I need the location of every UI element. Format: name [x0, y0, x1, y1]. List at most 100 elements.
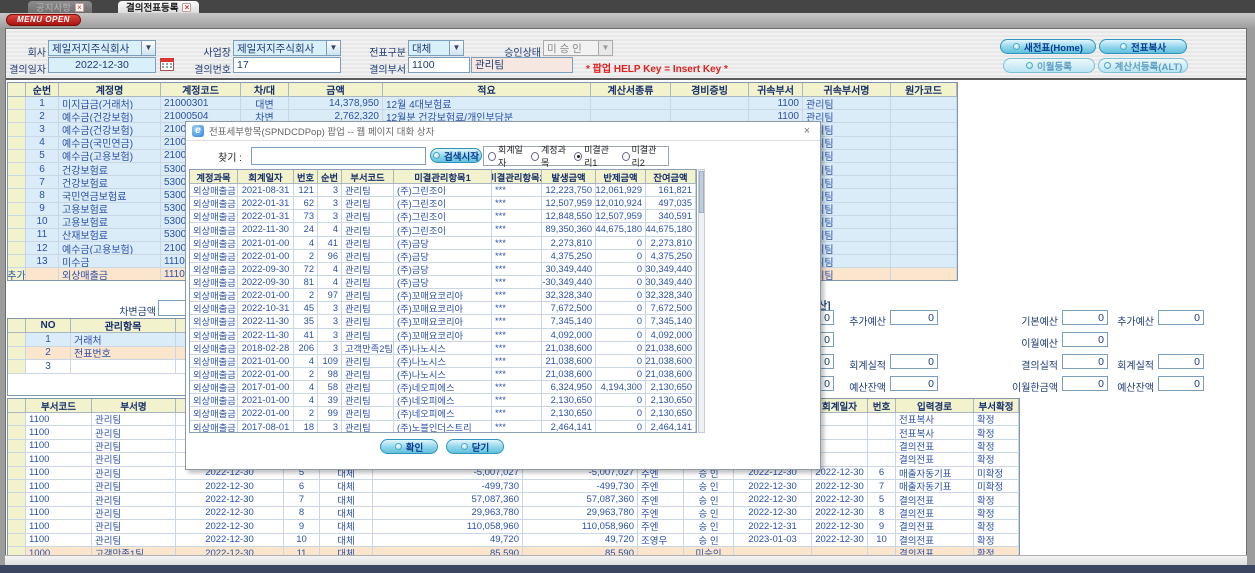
table-row[interactable]: 외상매출금 2022-01-31 62 3 관리팀 (주)그린조이 *** 12,507,95… — [190, 197, 696, 211]
cell[interactable]: 2021-01-00 — [238, 236, 294, 250]
cell[interactable]: 확정 — [974, 453, 1019, 467]
cell[interactable]: 24 — [294, 223, 318, 237]
cell[interactable]: 대변 — [241, 97, 289, 111]
cell[interactable]: (주)그린조이 — [394, 223, 492, 237]
cell[interactable]: 관리팀 — [342, 420, 394, 432]
table-row[interactable]: 1100 관리팀 2022-12-30 8 대체 29,963,780 29,963,780… — [8, 506, 1019, 521]
cell[interactable]: 예수금(고용보험) — [59, 242, 161, 256]
cell[interactable]: 10 — [284, 533, 320, 547]
cell[interactable]: 0 — [596, 275, 646, 290]
cell[interactable]: 18 — [294, 420, 318, 432]
cell[interactable]: 결의전표 — [896, 453, 974, 467]
cell[interactable]: 4 — [294, 236, 318, 250]
table-row[interactable]: 외상매출금 2022-01-00 2 97 관리팀 (주)꼬매요코리아 *** 32,328,… — [190, 289, 696, 303]
cell[interactable] — [868, 453, 896, 467]
resolution-no-input[interactable]: 17 — [233, 57, 341, 73]
site-select[interactable]: 제일저지주식회사 ▼ — [233, 40, 341, 56]
cell[interactable]: 건강보험료 — [59, 162, 161, 177]
cell[interactable]: 0 — [596, 341, 646, 355]
cell[interactable]: 99 — [318, 407, 342, 421]
cell[interactable]: *** — [492, 197, 542, 211]
popup-title-bar[interactable]: e 전표세부항목(SPNDCDPop) 팝업 -- 웹 페이지 대화 상자 × — [186, 122, 820, 141]
cell[interactable] — [8, 97, 26, 111]
cell[interactable] — [8, 520, 26, 534]
cell[interactable]: 2022-12-30 — [176, 479, 284, 494]
cell[interactable] — [8, 110, 26, 124]
cell[interactable] — [891, 228, 957, 243]
cell[interactable]: 2 — [294, 289, 318, 303]
cell[interactable]: 4 — [294, 381, 318, 395]
cell[interactable]: 1100 — [26, 466, 92, 480]
cell[interactable] — [591, 97, 671, 111]
cell[interactable]: (주)나노시스 — [394, 354, 492, 368]
cell[interactable]: 관리팀 — [342, 197, 394, 211]
cell[interactable]: 0 — [596, 394, 646, 408]
table-row[interactable]: 외상매출금2018-02-282063고객만족2팀(J2(주)나노시스***21… — [190, 341, 696, 355]
tab-close-icon[interactable]: × — [74, 2, 84, 12]
cell[interactable]: *** — [492, 420, 542, 432]
cell[interactable]: 2022-12-30 — [812, 506, 868, 521]
cell[interactable]: 73 — [294, 210, 318, 224]
cell[interactable]: 11 — [26, 228, 59, 243]
cell[interactable]: 2017-08-01 — [238, 420, 294, 432]
cell[interactable]: 41 — [294, 328, 318, 342]
cell[interactable]: 45 — [294, 302, 318, 316]
cell[interactable]: 국민연금보험료 — [59, 189, 161, 203]
cell[interactable]: 2,130,650 — [646, 407, 696, 421]
cell[interactable]: 미수금 — [59, 255, 161, 269]
cell[interactable]: 관리팀 — [92, 426, 176, 440]
menu-open-button[interactable]: MENU OPEN — [6, 14, 81, 26]
cell[interactable]: 외상매출금 — [190, 420, 238, 432]
cell[interactable]: (주)금당 — [394, 262, 492, 276]
cell[interactable]: 외상매출금 — [190, 210, 238, 224]
cell[interactable]: 관리팀 — [342, 275, 394, 290]
cell[interactable]: -30,349,440 — [646, 275, 696, 290]
cell[interactable]: 관리팀 — [92, 413, 176, 427]
chevron-down-icon[interactable]: ▼ — [141, 41, 155, 55]
table-row[interactable]: 외상매출금 2022-11-30 35 3 관리팀 (주)꼬매요코리아 *** 7,345,1… — [190, 315, 696, 329]
cell[interactable] — [8, 453, 26, 467]
cell[interactable]: 예수금(건강보험) — [59, 123, 161, 137]
cell[interactable]: *** — [492, 315, 542, 329]
cell[interactable]: 0 — [596, 262, 646, 276]
cell[interactable]: 관리팀 — [342, 262, 394, 276]
cell[interactable]: 관리팀 — [92, 479, 176, 494]
cell[interactable]: 미확정 — [974, 466, 1019, 480]
table-row[interactable]: 1100 관리팀 2022-12-30 10 대체 49,720 49,720 조영우 승 인2… — [8, 533, 1019, 547]
cell[interactable]: 2,130,650 — [646, 381, 696, 395]
cell[interactable]: 확정 — [974, 533, 1019, 547]
cell[interactable]: 확정 — [974, 506, 1019, 521]
cell[interactable]: 2023-01-03 — [734, 533, 812, 547]
cell[interactable]: *** — [492, 407, 542, 421]
table-row[interactable]: 1100 관리팀 2022-12-30 7 대체 57,087,360 57,087,360… — [8, 493, 1019, 507]
cell[interactable] — [8, 136, 26, 150]
cell[interactable]: 7,345,140 — [646, 315, 696, 329]
cell[interactable]: 21,038,600 — [542, 354, 596, 368]
cell[interactable]: 승 인 — [684, 493, 734, 507]
cell[interactable] — [8, 162, 26, 177]
cell[interactable] — [8, 242, 26, 256]
cell[interactable]: 추가 — [8, 268, 26, 280]
table-row[interactable]: 외상매출금 2022-01-31 73 3 관리팀 (주)그린조이 *** 12,848,55… — [190, 210, 696, 224]
cell[interactable]: 확정 — [974, 493, 1019, 507]
cell[interactable]: 109 — [318, 354, 342, 368]
cell[interactable] — [868, 426, 896, 440]
cell[interactable] — [8, 346, 26, 360]
cell[interactable]: 29,963,780 — [373, 506, 523, 521]
cell[interactable]: 주엔 — [638, 506, 684, 521]
cell[interactable]: 결의전표 — [896, 493, 974, 507]
cell[interactable]: 0 — [596, 420, 646, 432]
cell[interactable]: 3 — [318, 197, 342, 211]
cell[interactable]: 3 — [318, 420, 342, 432]
cell[interactable] — [891, 176, 957, 190]
cell[interactable]: 외상매출금 — [190, 354, 238, 368]
cell[interactable]: 44,675,180 — [646, 223, 696, 237]
cell[interactable]: (주)네오피에스 — [394, 394, 492, 408]
cell[interactable] — [8, 426, 26, 440]
cell[interactable]: 4 — [26, 136, 59, 150]
chevron-down-icon[interactable]: ▼ — [326, 41, 340, 55]
cell[interactable]: *** — [492, 328, 542, 342]
cell[interactable]: 3 — [318, 302, 342, 316]
cell[interactable]: 4 — [318, 275, 342, 290]
cell[interactable]: (주)그린조이 — [394, 210, 492, 224]
